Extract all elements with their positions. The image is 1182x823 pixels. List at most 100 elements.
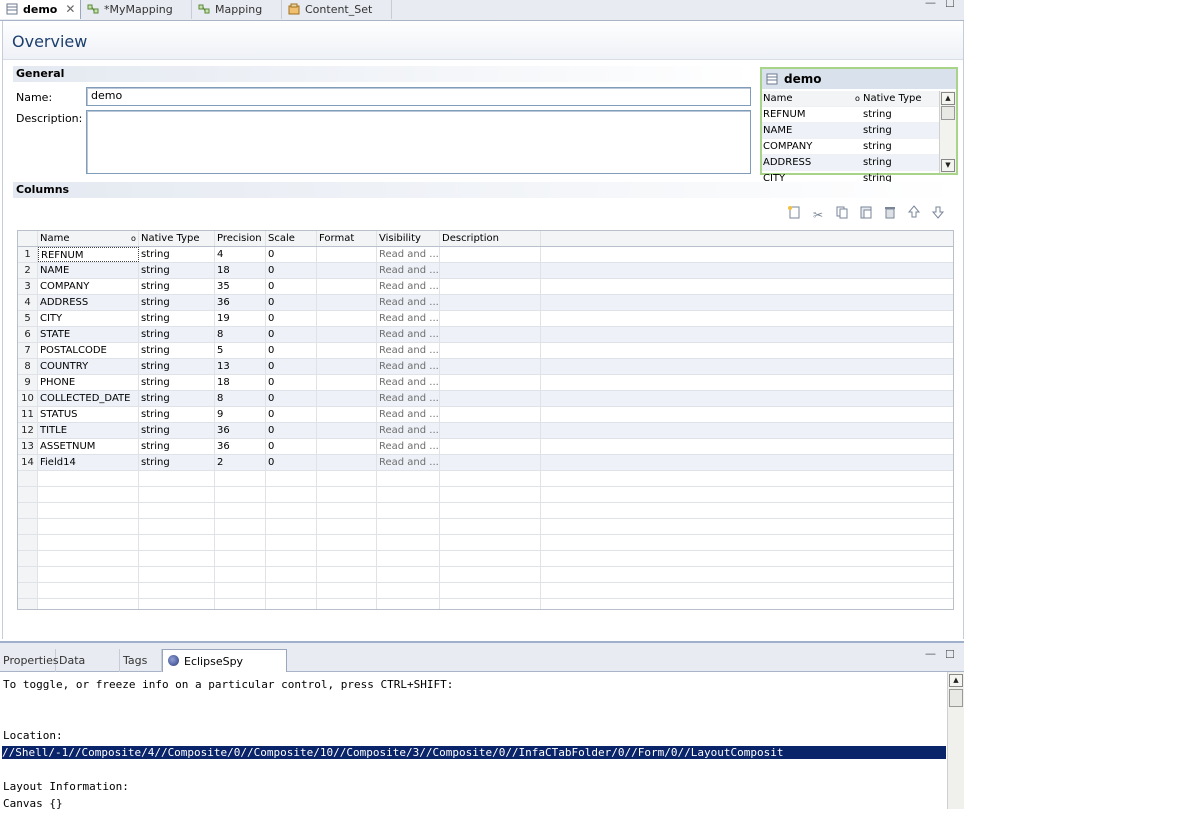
cell-format[interactable] bbox=[317, 343, 377, 358]
cell-native-type[interactable]: string bbox=[139, 311, 215, 326]
cell-scale[interactable]: 0 bbox=[266, 343, 317, 358]
description-field[interactable] bbox=[86, 110, 751, 174]
cell-precision[interactable]: 35 bbox=[215, 279, 266, 294]
cell-precision[interactable]: 18 bbox=[215, 375, 266, 390]
empty-table-row[interactable] bbox=[18, 503, 953, 519]
cell-precision[interactable]: 36 bbox=[215, 295, 266, 310]
cell-format[interactable] bbox=[317, 295, 377, 310]
cell-precision[interactable]: 19 bbox=[215, 311, 266, 326]
cell-name[interactable]: COLLECTED_DATE bbox=[38, 391, 139, 406]
cell-visibility[interactable]: Read and ... bbox=[377, 295, 440, 310]
cell-visibility[interactable]: Read and ... bbox=[377, 263, 440, 278]
cell-format[interactable] bbox=[317, 247, 377, 262]
cell-precision[interactable]: 5 bbox=[215, 343, 266, 358]
cell-visibility[interactable]: Read and ... bbox=[377, 455, 440, 470]
cell-visibility[interactable]: Read and ... bbox=[377, 343, 440, 358]
cell-native-type[interactable]: string bbox=[139, 279, 215, 294]
table-row[interactable]: 6 STATE string 8 0 Read and ... bbox=[18, 327, 953, 343]
cell-precision[interactable]: 13 bbox=[215, 359, 266, 374]
table-preview-row[interactable]: NAME string bbox=[762, 123, 940, 139]
cell-native-type[interactable]: string bbox=[139, 407, 215, 422]
cell-scale[interactable]: 0 bbox=[266, 407, 317, 422]
cell-scale[interactable]: 0 bbox=[266, 375, 317, 390]
table-row[interactable]: 9 PHONE string 18 0 Read and ... bbox=[18, 375, 953, 391]
cell-name[interactable]: Field14 bbox=[38, 455, 139, 470]
cell-format[interactable] bbox=[317, 359, 377, 374]
cell-format[interactable] bbox=[317, 375, 377, 390]
column-header[interactable]: Description bbox=[440, 231, 541, 246]
empty-table-row[interactable] bbox=[18, 551, 953, 567]
cell-native-type[interactable]: string bbox=[139, 439, 215, 454]
cell-native-type[interactable]: string bbox=[139, 423, 215, 438]
cell-precision[interactable]: 8 bbox=[215, 391, 266, 406]
cell-format[interactable] bbox=[317, 327, 377, 342]
cell-description[interactable] bbox=[440, 407, 541, 422]
table-row[interactable]: 7 POSTALCODE string 5 0 Read and ... bbox=[18, 343, 953, 359]
cell-format[interactable] bbox=[317, 455, 377, 470]
cell-description[interactable] bbox=[440, 295, 541, 310]
cell-format[interactable] bbox=[317, 391, 377, 406]
cell-name[interactable]: ASSETNUM bbox=[38, 439, 139, 454]
cell-visibility[interactable]: Read and ... bbox=[377, 359, 440, 374]
table-row[interactable]: 12 TITLE string 36 0 Read and ... bbox=[18, 423, 953, 439]
column-header[interactable]: Native Type bbox=[863, 91, 922, 106]
tab-mymapping[interactable]: *MyMapping bbox=[81, 0, 192, 19]
cell-precision[interactable]: 2 bbox=[215, 455, 266, 470]
cell-name[interactable]: STATE bbox=[38, 327, 139, 342]
cell-native-type[interactable]: string bbox=[139, 343, 215, 358]
tab-tags[interactable]: Tags bbox=[120, 649, 162, 673]
table-row[interactable]: 3 COMPANY string 35 0 Read and ... bbox=[18, 279, 953, 295]
cell-visibility[interactable]: Read and ... bbox=[377, 311, 440, 326]
cell-scale[interactable]: 0 bbox=[266, 439, 317, 454]
cell-scale[interactable]: 0 bbox=[266, 327, 317, 342]
cell-scale[interactable]: 0 bbox=[266, 391, 317, 406]
cell-name[interactable]: PHONE bbox=[38, 375, 139, 390]
tab-demo[interactable]: demo ✕ bbox=[0, 0, 81, 19]
empty-table-row[interactable] bbox=[18, 599, 953, 609]
column-header[interactable]: Format bbox=[317, 231, 377, 246]
cell-scale[interactable]: 0 bbox=[266, 311, 317, 326]
cell-native-type[interactable]: string bbox=[139, 391, 215, 406]
empty-table-row[interactable] bbox=[18, 583, 953, 599]
column-header[interactable]: Visibility bbox=[377, 231, 440, 246]
cell-description[interactable] bbox=[440, 279, 541, 294]
cell-precision[interactable]: 8 bbox=[215, 327, 266, 342]
cell-format[interactable] bbox=[317, 423, 377, 438]
cell-description[interactable] bbox=[440, 327, 541, 342]
cell-native-type[interactable]: string bbox=[139, 247, 215, 262]
minimize-icon[interactable]: — bbox=[925, 647, 936, 660]
maximize-icon[interactable]: ☐ bbox=[945, 648, 955, 661]
cell-description[interactable] bbox=[440, 247, 541, 262]
cell-description[interactable] bbox=[440, 439, 541, 454]
tab-properties[interactable]: Properties bbox=[0, 649, 59, 673]
table-row[interactable]: 10 COLLECTED_DATE string 8 0 Read and ... bbox=[18, 391, 953, 407]
cell-format[interactable] bbox=[317, 407, 377, 422]
table-row[interactable]: 2 NAME string 18 0 Read and ... bbox=[18, 263, 953, 279]
table-row[interactable]: 14 Field14 string 2 0 Read and ... bbox=[18, 455, 953, 471]
cell-scale[interactable]: 0 bbox=[266, 423, 317, 438]
cell-precision[interactable]: 9 bbox=[215, 407, 266, 422]
spy-output[interactable]: To toggle, or freeze info on a particula… bbox=[0, 672, 947, 817]
table-preview-row[interactable]: REFNUM string bbox=[762, 107, 940, 123]
cell-scale[interactable]: 0 bbox=[266, 455, 317, 470]
cell-description[interactable] bbox=[440, 375, 541, 390]
empty-table-row[interactable] bbox=[18, 567, 953, 583]
cell-description[interactable] bbox=[440, 263, 541, 278]
column-header[interactable]: Scale bbox=[266, 231, 317, 246]
cell-visibility[interactable]: Read and ... bbox=[377, 439, 440, 454]
table-row[interactable]: 4 ADDRESS string 36 0 Read and ... bbox=[18, 295, 953, 311]
cell-visibility[interactable]: Read and ... bbox=[377, 279, 440, 294]
cell-description[interactable] bbox=[440, 311, 541, 326]
tab-mapping[interactable]: Mapping bbox=[192, 0, 282, 19]
new-column-icon[interactable] bbox=[786, 205, 802, 221]
scroll-up-icon[interactable]: ▲ bbox=[941, 92, 955, 105]
cell-precision[interactable]: 18 bbox=[215, 263, 266, 278]
cell-format[interactable] bbox=[317, 439, 377, 454]
cell-native-type[interactable]: string bbox=[139, 455, 215, 470]
empty-table-row[interactable] bbox=[18, 519, 953, 535]
cell-scale[interactable]: 0 bbox=[266, 359, 317, 374]
cell-scale[interactable]: 0 bbox=[266, 295, 317, 310]
location-value[interactable]: //Shell/-1//Composite/4//Composite/0//Co… bbox=[2, 746, 946, 759]
empty-table-row[interactable] bbox=[18, 471, 953, 487]
table-preview-row[interactable]: COMPANY string bbox=[762, 139, 940, 155]
